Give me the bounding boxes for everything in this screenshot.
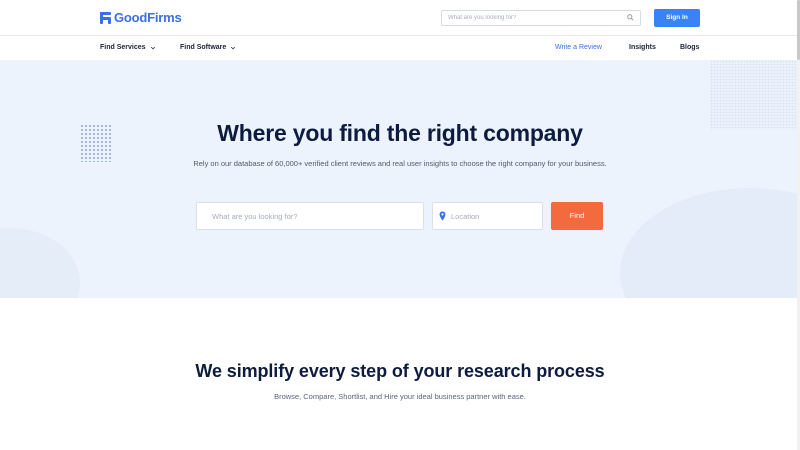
top-header: GoodFirms Sign In: [0, 0, 800, 36]
hero-section: Where you find the right company Rely on…: [0, 60, 800, 298]
hero-search-input[interactable]: [212, 203, 412, 229]
hero-location-box: [432, 202, 543, 230]
header-search-input[interactable]: [442, 11, 622, 25]
goodfirms-logo[interactable]: GoodFirms: [100, 10, 182, 25]
main-nav: Find Services Find Software Write a Revi…: [0, 37, 800, 60]
hero-decoration-blob: [620, 188, 800, 298]
hero-location-input[interactable]: [451, 203, 539, 229]
chevron-down-icon: [231, 46, 236, 49]
section-title: We simplify every step of your research …: [195, 361, 605, 381]
sign-in-button[interactable]: Sign In: [654, 9, 700, 27]
header-search-box: [441, 10, 641, 26]
hero-decoration-blob: [0, 228, 80, 298]
nav-find-services[interactable]: Find Services: [100, 44, 156, 51]
nav-find-services-label: Find Services: [100, 44, 146, 51]
hero-subtitle: Rely on our database of 60,000+ verified…: [193, 159, 607, 168]
nav-write-a-review[interactable]: Write a Review: [555, 44, 602, 51]
logo-text: GoodFirms: [114, 10, 182, 25]
hero-search-box: [196, 202, 424, 230]
nav-find-software[interactable]: Find Software: [180, 44, 236, 51]
search-icon[interactable]: [627, 14, 634, 21]
location-pin-icon: [439, 211, 446, 221]
section-subtitle: Browse, Compare, Shortlist, and Hire you…: [274, 392, 526, 401]
hero-title: Where you find the right company: [217, 120, 583, 146]
chevron-down-icon: [150, 46, 155, 49]
goodfirms-logo-icon: [100, 11, 111, 24]
nav-insights[interactable]: Insights: [629, 44, 656, 51]
find-button[interactable]: Find: [551, 202, 603, 230]
nav-blogs[interactable]: Blogs: [680, 44, 699, 51]
nav-find-software-label: Find Software: [180, 44, 227, 51]
